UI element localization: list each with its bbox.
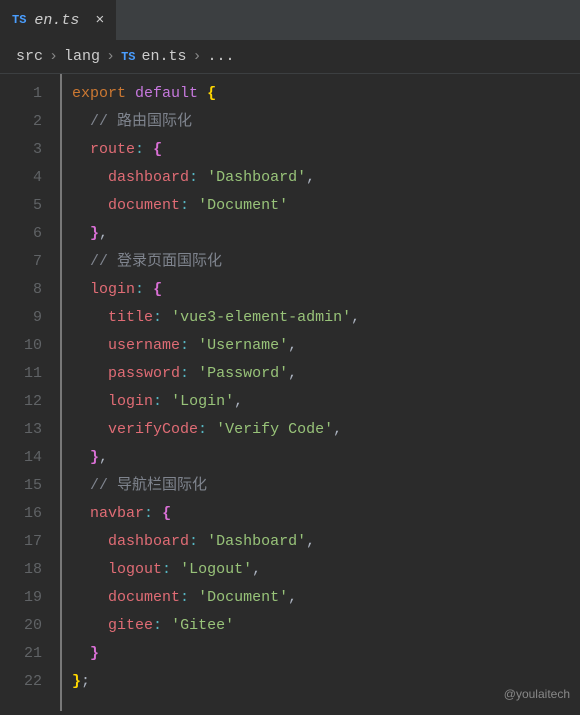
breadcrumb-src[interactable]: src xyxy=(16,48,43,65)
watermark: @youlaitech xyxy=(504,687,570,701)
line-number: 22 xyxy=(0,668,42,696)
line-number: 5 xyxy=(0,192,42,220)
line-number: 6 xyxy=(0,220,42,248)
line-number: 3 xyxy=(0,136,42,164)
breadcrumb-more[interactable]: ... xyxy=(208,48,235,65)
line-number: 17 xyxy=(0,528,42,556)
line-number: 15 xyxy=(0,472,42,500)
line-number: 21 xyxy=(0,640,42,668)
editor-tabs: TS en.ts × xyxy=(0,0,580,40)
typescript-icon: TS xyxy=(12,13,26,27)
line-number: 14 xyxy=(0,444,42,472)
line-number: 9 xyxy=(0,304,42,332)
code-content[interactable]: export default { // 路由国际化 route: { dashb… xyxy=(60,74,580,711)
breadcrumb: src › lang › TS en.ts › ... xyxy=(0,40,580,74)
line-number: 12 xyxy=(0,388,42,416)
line-number: 20 xyxy=(0,612,42,640)
line-number: 19 xyxy=(0,584,42,612)
tab-en-ts[interactable]: TS en.ts × xyxy=(0,0,116,40)
chevron-icon: › xyxy=(49,48,58,65)
line-number: 1 xyxy=(0,80,42,108)
tab-label: en.ts xyxy=(34,12,79,29)
chevron-icon: › xyxy=(192,48,201,65)
line-number: 7 xyxy=(0,248,42,276)
code-editor[interactable]: 1 2 3 4 5 6 7 8 9 10 11 12 13 14 15 16 1… xyxy=(0,74,580,711)
typescript-icon: TS xyxy=(121,50,135,64)
line-number: 4 xyxy=(0,164,42,192)
breadcrumb-lang[interactable]: lang xyxy=(64,48,100,65)
line-number: 10 xyxy=(0,332,42,360)
line-number: 16 xyxy=(0,500,42,528)
line-gutter: 1 2 3 4 5 6 7 8 9 10 11 12 13 14 15 16 1… xyxy=(0,74,60,711)
line-number: 18 xyxy=(0,556,42,584)
close-icon[interactable]: × xyxy=(95,12,104,29)
chevron-icon: › xyxy=(106,48,115,65)
line-number: 8 xyxy=(0,276,42,304)
breadcrumb-file[interactable]: en.ts xyxy=(141,48,186,65)
line-number: 13 xyxy=(0,416,42,444)
line-number: 2 xyxy=(0,108,42,136)
line-number: 11 xyxy=(0,360,42,388)
